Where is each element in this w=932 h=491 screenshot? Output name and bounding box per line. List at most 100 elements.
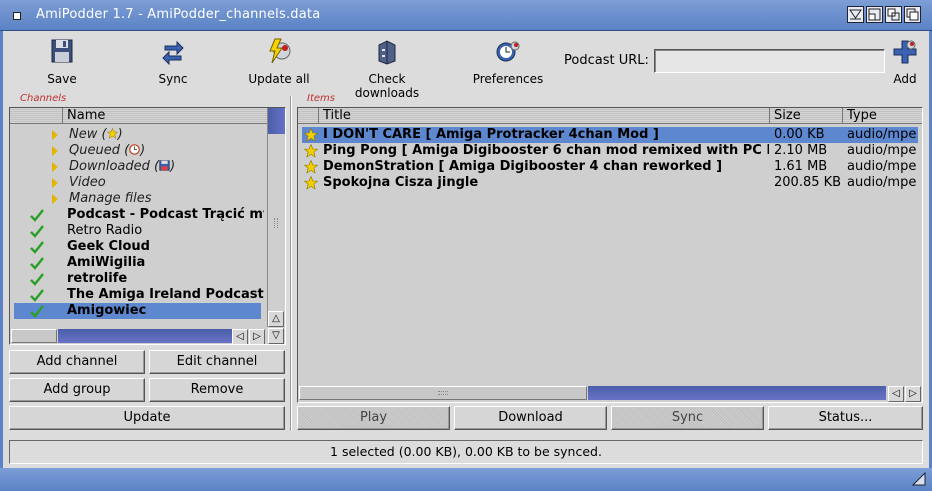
star-icon bbox=[106, 127, 118, 139]
channel-label: Video bbox=[69, 175, 106, 190]
status-button[interactable]: Status... bbox=[768, 406, 923, 430]
channels-vscroll-knob[interactable] bbox=[268, 108, 285, 134]
preferences-button[interactable]: Preferences bbox=[470, 37, 546, 86]
add-button[interactable]: Add bbox=[890, 37, 920, 86]
items-col-icon[interactable] bbox=[298, 108, 320, 124]
scroll-left-arrow-icon[interactable]: ◁ bbox=[888, 386, 904, 402]
channel-label: Manage files bbox=[69, 191, 152, 206]
channel-row[interactable]: Retro Radio bbox=[14, 223, 264, 239]
items-list[interactable]: Title Size Type I DON'T CARE [ Amiga Pro… bbox=[297, 107, 923, 403]
item-type: audio/mpe bbox=[847, 127, 917, 142]
channel-label: Downloaded () bbox=[69, 159, 176, 174]
depth-gadget-icon[interactable] bbox=[904, 6, 921, 23]
play-button[interactable]: Play bbox=[297, 406, 450, 430]
item-row[interactable]: DemonStration [ Amiga Digibooster 4 chan… bbox=[302, 159, 918, 175]
edit-channel-button[interactable]: Edit channel bbox=[149, 350, 285, 374]
channel-row[interactable]: The Amiga Ireland Podcast bbox=[14, 287, 264, 303]
scroll-down-arrow-icon[interactable]: ▽ bbox=[268, 328, 284, 344]
sync-items-button[interactable]: Sync bbox=[611, 406, 764, 430]
channel-name: Retro Radio bbox=[67, 223, 143, 238]
item-type: audio/mpe bbox=[847, 159, 917, 174]
add-label: Add bbox=[893, 72, 917, 86]
snapshot-gadget-icon[interactable] bbox=[885, 6, 902, 23]
podcast-url-input[interactable] bbox=[654, 49, 885, 73]
app-window: AmiPodder 1.7 - AmiPodder_channels.data bbox=[0, 0, 932, 491]
save-label: Save bbox=[47, 72, 77, 86]
remove-button[interactable]: Remove bbox=[149, 378, 285, 402]
item-row[interactable]: Spokojna Cisza jingle 200.85 KB audio/mp… bbox=[302, 175, 918, 191]
expand-arrow-icon bbox=[52, 146, 58, 156]
scroll-up-arrow-icon[interactable]: △ bbox=[268, 311, 284, 327]
item-title: DemonStration [ Amiga Digibooster 4 chan… bbox=[323, 159, 723, 174]
close-gadget-icon[interactable] bbox=[8, 7, 24, 23]
items-col-title[interactable]: Title bbox=[318, 108, 770, 124]
expand-arrow-icon bbox=[52, 162, 58, 172]
channels-group-label: Channels bbox=[18, 93, 69, 104]
channel-name: retrolife bbox=[67, 271, 128, 286]
expand-arrow-icon bbox=[52, 178, 58, 188]
channels-hscrollbar[interactable] bbox=[10, 328, 232, 344]
item-title: Ping Pong [ Amiga Digibooster 6 chan mod… bbox=[323, 143, 769, 158]
zoom-gadget-icon[interactable] bbox=[866, 6, 883, 23]
status-bar: 1 selected (0.00 KB), 0.00 KB to be sync… bbox=[9, 440, 923, 464]
lightning-globe-icon bbox=[269, 38, 291, 64]
item-row[interactable]: Ping Pong [ Amiga Digibooster 6 chan mod… bbox=[302, 143, 918, 159]
items-group-label: Items bbox=[305, 93, 337, 104]
channels-col-name[interactable]: Name bbox=[62, 108, 267, 124]
channel-special-queued[interactable]: Queued () bbox=[14, 143, 264, 159]
preferences-label: Preferences bbox=[472, 72, 544, 86]
item-type: audio/mpe bbox=[847, 143, 917, 158]
add-channel-button[interactable]: Add channel bbox=[9, 350, 145, 374]
add-podcast-icon bbox=[893, 40, 917, 64]
scroll-right-arrow-icon[interactable]: ▷ bbox=[905, 386, 921, 402]
check-downloads-label: Check downloads bbox=[354, 72, 420, 100]
item-row-selected[interactable]: I DON'T CARE [ Amiga Protracker 4chan Mo… bbox=[302, 127, 918, 143]
items-hscroll-knob[interactable] bbox=[299, 386, 587, 400]
items-hscroll-track bbox=[588, 386, 886, 400]
channels-vscrollbar[interactable] bbox=[267, 108, 285, 327]
channel-row[interactable]: AmiWigilia bbox=[14, 255, 264, 271]
update-all-button[interactable]: Update all bbox=[247, 37, 311, 86]
channel-special-downloaded[interactable]: Downloaded () bbox=[14, 159, 264, 175]
download-button[interactable]: Download bbox=[454, 406, 607, 430]
window-border-left bbox=[0, 31, 3, 491]
channel-name: Amigowiec bbox=[67, 303, 147, 318]
item-size: 0.00 KB bbox=[774, 127, 825, 142]
sync-button[interactable]: Sync bbox=[153, 37, 193, 86]
channels-list[interactable]: Name New () Queued () Downloaded () Vide… bbox=[9, 107, 286, 345]
check-downloads-button[interactable]: Check downloads bbox=[335, 37, 439, 100]
items-col-size[interactable]: Size bbox=[769, 108, 843, 124]
channels-col-icon[interactable] bbox=[10, 108, 67, 124]
channels-hscroll-knob[interactable] bbox=[11, 329, 57, 343]
check-icon bbox=[30, 257, 44, 270]
window-title: AmiPodder 1.7 - AmiPodder_channels.data bbox=[36, 7, 321, 22]
check-icon bbox=[30, 209, 44, 222]
save-button[interactable]: Save bbox=[39, 37, 85, 86]
channel-row-selected[interactable]: Amigowiec bbox=[14, 303, 261, 319]
scroll-left-arrow-icon[interactable]: ◁ bbox=[232, 329, 248, 344]
channel-special-new[interactable]: New () bbox=[14, 127, 264, 143]
scroll-right-arrow-icon[interactable]: ▷ bbox=[249, 329, 265, 344]
items-hscrollbar[interactable] bbox=[298, 385, 886, 401]
iconify-gadget-icon[interactable] bbox=[847, 6, 864, 23]
channel-special-manage-files[interactable]: Manage files bbox=[14, 191, 264, 207]
channel-special-video[interactable]: Video bbox=[14, 175, 264, 191]
sync-arrows-icon bbox=[162, 40, 184, 66]
cabinet-icon bbox=[378, 40, 396, 65]
item-type: audio/mpe bbox=[847, 175, 917, 190]
update-button[interactable]: Update bbox=[9, 406, 285, 430]
resize-handle-icon[interactable] bbox=[912, 472, 926, 486]
item-title: I DON'T CARE [ Amiga Protracker 4chan Mo… bbox=[323, 127, 659, 142]
items-col-type[interactable]: Type bbox=[842, 108, 922, 124]
add-group-button[interactable]: Add group bbox=[9, 378, 145, 402]
check-icon bbox=[30, 289, 44, 302]
channel-row[interactable]: Podcast - Podcast Trącić mysz bbox=[14, 207, 264, 223]
check-icon bbox=[30, 305, 44, 318]
panel-splitter[interactable] bbox=[290, 96, 292, 431]
channel-name: The Amiga Ireland Podcast bbox=[67, 287, 264, 302]
disk-icon bbox=[159, 160, 170, 171]
channel-row[interactable]: retrolife bbox=[14, 271, 264, 287]
channel-row[interactable]: Geek Cloud bbox=[14, 239, 264, 255]
title-bar[interactable]: AmiPodder 1.7 - AmiPodder_channels.data bbox=[0, 0, 932, 31]
scroll-grip-icon bbox=[274, 218, 278, 228]
